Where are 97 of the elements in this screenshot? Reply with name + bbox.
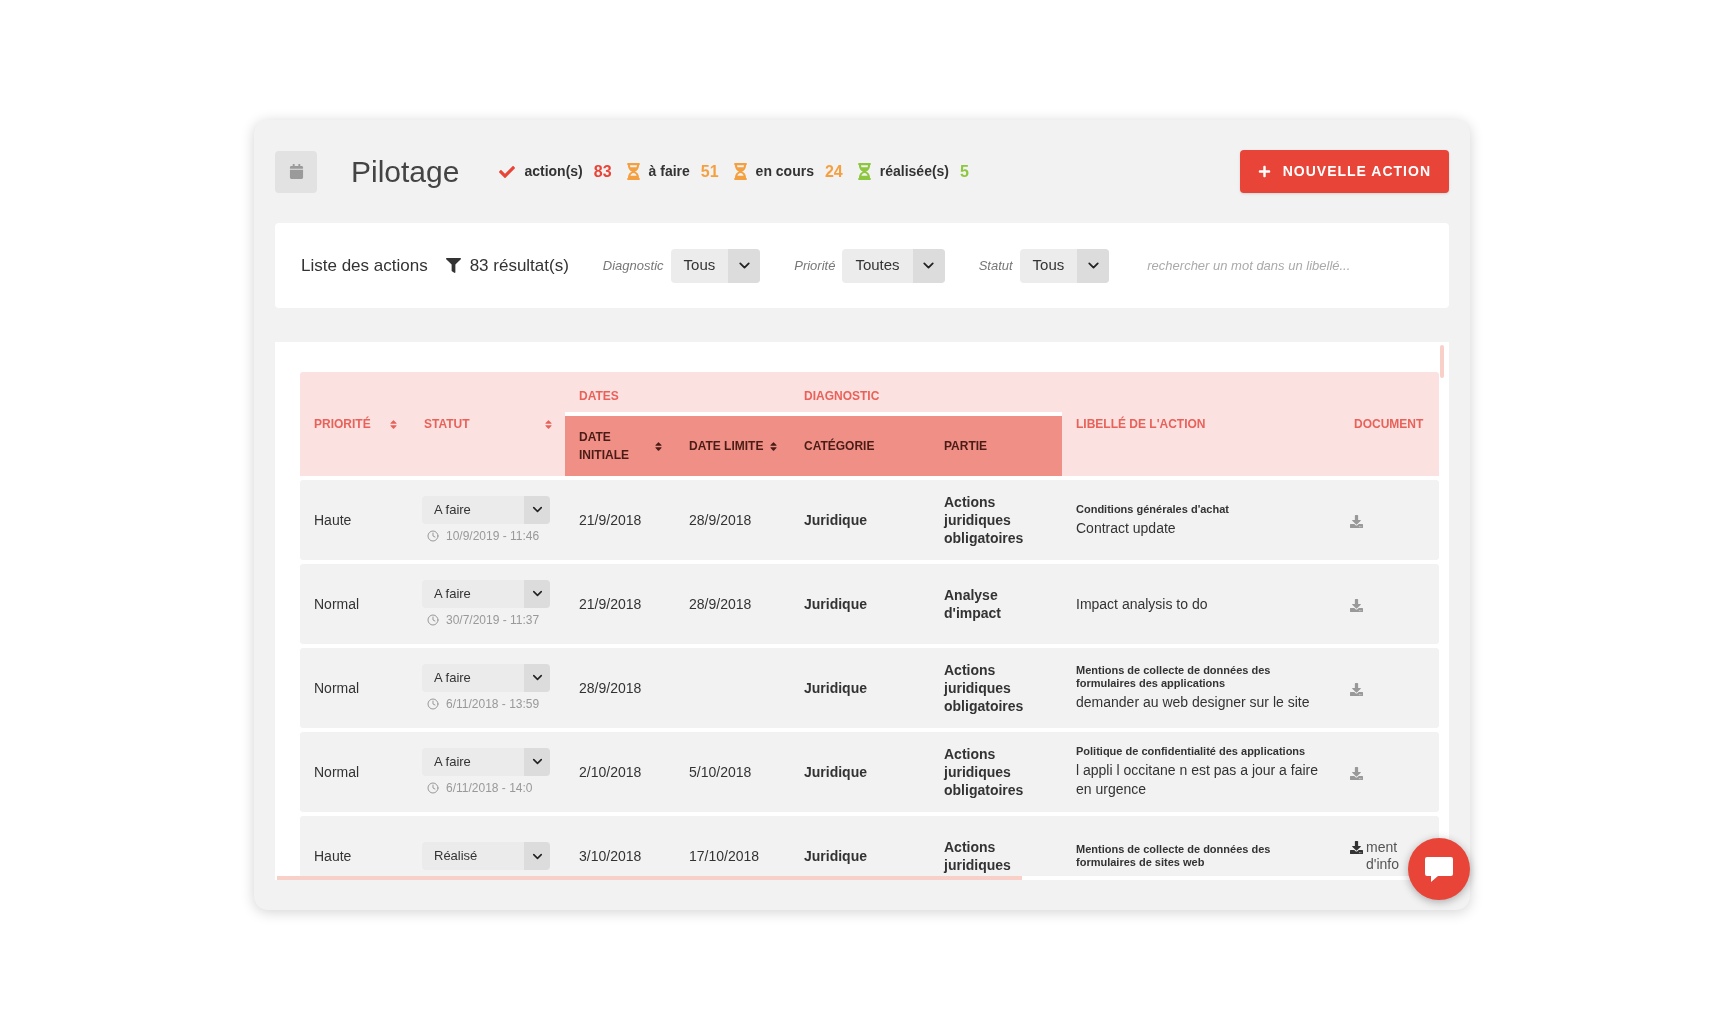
filter-label: Statut	[978, 256, 1013, 275]
date-cell-text: 21/9/2018	[578, 510, 643, 530]
category-cell-text: Juridique	[803, 510, 868, 530]
action-description: demander au web designer sur le site	[1076, 693, 1311, 712]
sort-icon[interactable]	[654, 440, 663, 452]
status-select[interactable]: A faire	[422, 495, 550, 524]
results-count: 83 résultat(s)	[469, 254, 569, 277]
calendar-button[interactable]	[275, 150, 317, 193]
action-title: Conditions générales d'achat	[1076, 502, 1230, 516]
stat-label: en cours	[755, 162, 814, 181]
table-row[interactable]: Normal A faire 6/11/2018 - 14:0 2/10/2018 5/10/2018 Juridique Actions juridiques obligatoires Politique de confidentialité des applications l appli l occitane n est pas a jour a faire en urgence	[300, 732, 1439, 812]
part-cell-text: Actions juridiques	[942, 838, 1012, 874]
priority-cell-text: Haute	[313, 846, 353, 866]
status-select[interactable]: A faire	[422, 579, 550, 608]
stat-count: 5	[960, 161, 969, 182]
download-icon[interactable]	[1350, 841, 1363, 854]
category-cell-text: Juridique	[803, 846, 868, 866]
scrollbar-thumb[interactable]	[1440, 345, 1444, 378]
category-cell-text: Juridique	[803, 594, 868, 614]
filter-label: Priorité	[794, 256, 836, 275]
priority-cell-text: Normal	[313, 678, 361, 698]
sort-icon[interactable]	[389, 418, 398, 430]
column-header: STATUT	[424, 416, 470, 433]
column-header: PRIORITÉ	[314, 415, 371, 433]
check-icon	[499, 163, 516, 180]
category-cell-text: Juridique	[803, 678, 868, 698]
clock-icon	[427, 781, 439, 794]
date-cell-text: 21/9/2018	[578, 594, 643, 614]
hourglass-icon	[626, 163, 640, 180]
action-description: Contract update	[1076, 518, 1177, 538]
date-cell-text: 2/10/2018	[578, 762, 643, 782]
part-cell-text: Actions juridiques obligatoires	[942, 661, 1025, 715]
updated-time: 6/11/2018 - 13:59	[446, 695, 540, 713]
filter-select[interactable]: Tous	[670, 248, 761, 283]
list-title: Liste des actions	[301, 254, 428, 277]
action-description: l appli l occitane n est pas a jour a faire en urgence	[1076, 761, 1320, 799]
category-cell-text: Juridique	[803, 762, 868, 782]
filter-select[interactable]: Toutes	[842, 248, 945, 283]
sort-icon[interactable]	[769, 440, 778, 452]
chat-icon	[1424, 855, 1454, 883]
status-select[interactable]: A faire	[422, 663, 550, 692]
horizontal-scrollbar[interactable]	[277, 876, 1022, 880]
priority-cell-text: Haute	[313, 510, 353, 530]
date-cell-text: 5/10/2018	[688, 762, 753, 782]
stat-count: 24	[824, 161, 843, 182]
filter-label: Diagnostic	[602, 256, 664, 275]
part-cell-text: Actions juridiques obligatoires	[942, 493, 1025, 547]
chat-button[interactable]	[1408, 838, 1470, 900]
status-select[interactable]: Réalisé	[422, 842, 550, 870]
action-title: Mentions de collecte de données des formulaires des applications	[1076, 664, 1272, 690]
date-cell-text: 3/10/2018	[578, 846, 643, 866]
part-cell-text: Actions juridiques obligatoires	[942, 745, 1025, 799]
hourglass-icon	[857, 163, 871, 180]
hourglass-icon	[733, 163, 747, 180]
updated-time: 6/11/2018 - 14:0	[446, 779, 533, 797]
stat-count: 83	[593, 161, 612, 182]
clock-icon	[427, 529, 439, 542]
date-cell-text: 28/9/2018	[688, 510, 753, 530]
filter-icon	[445, 258, 461, 273]
date-cell-text: 17/10/2018	[688, 846, 761, 866]
clock-icon	[427, 613, 439, 626]
action-title: Politique de confidentialité des applications	[1076, 745, 1307, 758]
stat-label: à faire	[648, 162, 690, 181]
table-row[interactable]: Haute Réalisé 3/10/2018 17/10/2018 Juridique Actions juridiques Mentions de collecte de données des formulaires de sites web ment d'info	[300, 816, 1439, 876]
priority-cell-text: Normal	[313, 594, 361, 614]
date-cell-text: 28/9/2018	[688, 594, 753, 614]
updated-time: 30/7/2019 - 11:37	[446, 611, 540, 629]
table-row[interactable]: Normal A faire 30/7/2019 - 11:37 21/9/2018 28/9/2018 Juridique Analyse d'impact Impact analysis to do	[300, 564, 1439, 644]
document-link[interactable]: ment d'info	[1366, 839, 1400, 873]
column-header: PARTIE	[944, 438, 988, 455]
sort-icon[interactable]	[544, 418, 553, 430]
plus-icon	[1257, 165, 1271, 178]
action-title: Mentions de collecte de données des formulaires de sites web	[1076, 843, 1272, 869]
table-row[interactable]: Haute A faire 10/9/2019 - 11:46 21/9/2018 28/9/2018 Juridique Actions juridiques obligatoires Conditions générales d'achat Contract update	[300, 480, 1439, 560]
priority-cell-text: Normal	[313, 762, 361, 782]
column-header: DATE LIMITE	[689, 438, 764, 455]
column-header: CATÉGORIE	[804, 437, 875, 455]
part-cell-text: Analyse d'impact	[943, 586, 1002, 622]
column-header: LIBELLÉ DE L'ACTION	[1076, 415, 1206, 433]
new-action-button[interactable]: NOUVELLE ACTION	[1239, 150, 1449, 193]
action-description: Impact analysis to do	[1076, 594, 1209, 614]
clock-icon	[427, 697, 439, 710]
column-group-header: DATES	[579, 388, 619, 405]
filter-select[interactable]: Tous	[1019, 248, 1110, 283]
stat-label: réalisée(s)	[879, 162, 950, 181]
updated-time: 10/9/2019 - 11:46	[446, 527, 540, 545]
column-group-header: DIAGNOSTIC	[804, 388, 880, 405]
page-title: Pilotage	[351, 154, 460, 190]
column-header: DOCUMENT	[1354, 416, 1424, 433]
status-select[interactable]: A faire	[422, 747, 550, 776]
stat-count: 51	[700, 161, 719, 182]
date-cell-text: 28/9/2018	[578, 678, 643, 698]
table-row[interactable]: Normal A faire 6/11/2018 - 13:59 28/9/2018 Juridique Actions juridiques obligatoires Mentions de collecte de données des formulaires des applications demander au web designer sur le site	[300, 648, 1439, 728]
calendar-icon	[288, 164, 304, 179]
search-field[interactable]: rechercher un mot dans un libellé...	[1147, 255, 1408, 276]
column-header: DATE INITIALE	[579, 429, 630, 464]
stat-label: action(s)	[524, 162, 583, 181]
